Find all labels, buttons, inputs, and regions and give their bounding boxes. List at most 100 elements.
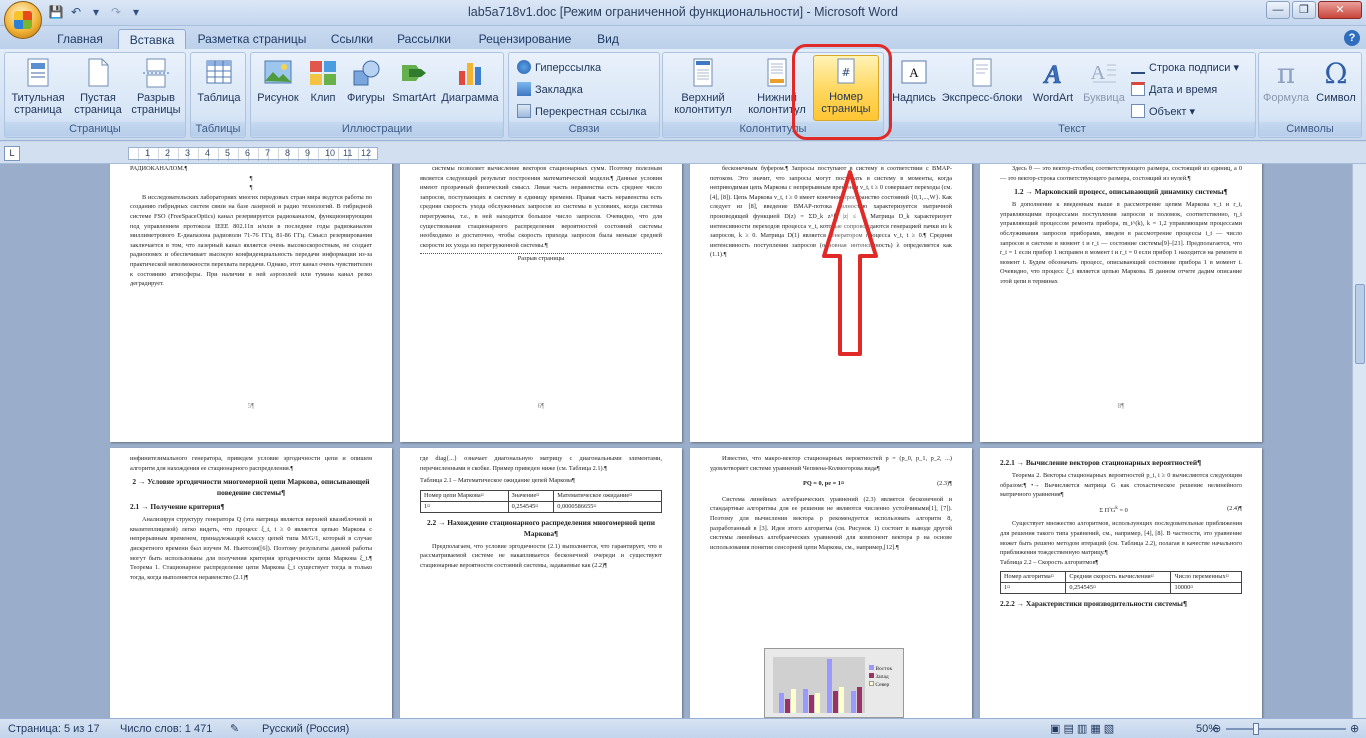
view-buttons[interactable]: ▣ ▤ ▥ ▦ ▧ <box>1050 722 1114 736</box>
section-heading: 2.2.1 → Вычисление векторов стационарных… <box>1000 458 1202 467</box>
page-text: РАДИОКАНАЛОМ.¶ <box>130 165 188 172</box>
horizontal-ruler[interactable]: 1 2 3 4 5 6 7 8 9 10 11 12 <box>128 147 378 161</box>
quick-parts-button[interactable]: Экспресс-блоки <box>939 57 1025 104</box>
page-8[interactable]: Здесь θ — это вектор-столбец соответству… <box>980 164 1262 442</box>
table-cell[interactable]: Значение¤ <box>507 489 555 502</box>
table-row: 1¤ 0,254545¤ 10000¤ <box>999 582 1242 595</box>
table-cell[interactable]: 10000¤ <box>1170 582 1242 595</box>
textbox-button[interactable]: A Надпись <box>891 57 937 104</box>
ruler-number: 12 <box>361 148 372 158</box>
group-illustrations: Рисунок Клип Фигуры SmartArt Диаграмма И… <box>250 52 504 138</box>
group-label-symbols: Символы <box>1259 122 1361 136</box>
svg-text:A: A <box>909 65 919 80</box>
table-2-1[interactable]: Номер цепи Маркова¤ Значение¤ Математиче… <box>420 489 662 513</box>
table-cell[interactable]: Номер цепи Маркова¤ <box>420 489 509 502</box>
tab-selector[interactable]: L <box>4 146 20 161</box>
picture-button[interactable]: Рисунок <box>253 57 303 104</box>
tab-review[interactable]: Рецензирование <box>470 29 580 50</box>
page-5[interactable]: РАДИОКАНАЛОМ.¶ ¶ ¶ В исследовательских л… <box>110 164 392 442</box>
page-text: Предполагаем, что условие эргодичности (… <box>420 542 662 569</box>
shapes-button[interactable]: Фигуры <box>343 57 389 104</box>
group-pages: Титульная страница Пустая страница Разры… <box>4 52 186 138</box>
dropcap-button[interactable]: A Буквица <box>1079 57 1129 104</box>
cover-page-button[interactable]: Титульная страница <box>7 57 69 116</box>
section-heading: 1.2 → Марковский процесс, описывающий ди… <box>1014 187 1228 197</box>
tab-references[interactable]: Ссылки <box>322 29 382 50</box>
smartart-icon <box>402 65 426 81</box>
blank-page-button[interactable]: Пустая страница <box>71 57 125 116</box>
minimize-button[interactable]: — <box>1266 1 1290 19</box>
clip-button[interactable]: Клип <box>305 57 341 104</box>
date-time-button[interactable]: Дата и время <box>1131 81 1217 100</box>
page-break-button[interactable]: Разрыв страницы <box>127 57 185 116</box>
word-count[interactable]: Число слов: 1 471 <box>120 722 212 736</box>
table-cell[interactable]: 1¤ <box>420 500 509 513</box>
object-button[interactable]: Объект ▾ <box>1131 103 1195 122</box>
chart-legend: Восток Запад Север <box>869 665 892 689</box>
page-11[interactable]: Известно, что макро-вектор стационарных … <box>690 448 972 718</box>
embedded-chart[interactable]: Восток Запад Север <box>764 648 904 718</box>
wordart-button[interactable]: A WordArt <box>1027 57 1079 104</box>
tab-view[interactable]: Вид <box>590 29 626 50</box>
bookmark-icon <box>517 82 531 96</box>
subsection-heading: 2.2.2 → Характеристики производительност… <box>1000 599 1187 609</box>
language[interactable]: Русский (Россия) <box>262 722 349 736</box>
zoom-knob[interactable] <box>1253 723 1259 735</box>
table-cell[interactable]: Математическое ожидание¤ <box>553 489 662 502</box>
table-2-2[interactable]: Номер алгоритма¤ Средняя скорость вычисл… <box>999 571 1242 595</box>
tab-insert[interactable]: Вставка <box>118 29 186 50</box>
zoom-slider[interactable] <box>1226 723 1346 735</box>
bookmark-button[interactable]: Закладка <box>517 81 583 100</box>
tab-page-layout[interactable]: Разметка страницы <box>192 29 312 50</box>
ruler-number: 4 <box>205 148 211 158</box>
chart-button[interactable]: Диаграмма <box>439 57 501 104</box>
tab-mailings[interactable]: Рассылки <box>390 29 458 50</box>
equation-number: (2.3)¶ <box>937 480 952 488</box>
page-6[interactable]: системы позволяет вычисление векторов ст… <box>400 164 682 442</box>
restore-button[interactable]: ❐ <box>1292 1 1316 19</box>
table-cell[interactable]: Средняя скорость вычисления¤ <box>1065 571 1172 584</box>
window-title: lab5a718v1.doc [Режим ограниченной функц… <box>468 5 898 19</box>
tab-home[interactable]: Главная <box>48 29 112 50</box>
object-icon <box>1131 104 1145 118</box>
table-button[interactable]: Таблица <box>193 57 245 104</box>
scroll-thumb[interactable] <box>1355 284 1365 364</box>
group-label-tables: Таблицы <box>191 122 245 136</box>
help-icon[interactable]: ? <box>1344 30 1360 46</box>
office-button[interactable] <box>4 1 42 39</box>
group-label-text: Текст <box>889 122 1255 136</box>
chart-icon <box>459 63 481 85</box>
proofing-icon[interactable]: ✎ <box>230 722 239 736</box>
page-12[interactable]: 2.2.1 → Вычисление векторов стационарных… <box>980 448 1262 718</box>
table-cell[interactable]: 0,254545¤ <box>1065 582 1172 595</box>
page-break-marker: Разрыв страницы <box>420 253 662 264</box>
table-cell[interactable]: Номер алгоритма¤ <box>999 571 1067 584</box>
page-9[interactable]: инфинитезимального генератора, приведем … <box>110 448 392 718</box>
header-button[interactable]: Верхний колонтитул <box>667 57 739 116</box>
ruler-number: 7 <box>265 148 271 158</box>
page-number: 6¶ <box>537 402 545 411</box>
close-button[interactable]: ✕ <box>1318 1 1362 19</box>
table-cell[interactable]: 0,254545¤ <box>507 500 555 513</box>
subsection-heading: 2.1 → Получение критерия¶ <box>130 502 225 512</box>
zoom-out-icon[interactable]: ⊖ <box>1212 722 1221 736</box>
smartart-button[interactable]: SmartArt <box>389 57 439 104</box>
textbox-icon: A <box>901 60 927 84</box>
hyperlink-button[interactable]: Гиперссылка <box>517 59 601 78</box>
table-cell[interactable]: 1¤ <box>999 582 1067 595</box>
symbol-button[interactable]: Ω Символ <box>1311 57 1361 104</box>
zoom-in-icon[interactable]: ⊕ <box>1350 722 1359 736</box>
hyperlink-icon <box>517 60 531 74</box>
group-label-pages: Страницы <box>5 122 185 136</box>
signature-line-button[interactable]: Строка подписи ▾ <box>1131 59 1239 78</box>
page-10[interactable]: где diag{...} означает диагональную матр… <box>400 448 682 718</box>
document-area[interactable]: РАДИОКАНАЛОМ.¶ ¶ ¶ В исследовательских л… <box>0 164 1352 718</box>
vertical-scrollbar[interactable] <box>1352 164 1366 718</box>
table-cell[interactable]: Число переменных¤ <box>1170 571 1242 584</box>
page-count[interactable]: Страница: 5 из 17 <box>8 722 100 736</box>
shapes-icon <box>353 60 380 86</box>
table-cell[interactable]: 0,0000586655¤ <box>553 500 662 513</box>
cross-reference-button[interactable]: Перекрестная ссылка <box>517 103 647 122</box>
svg-text:Ω: Ω <box>1324 57 1347 89</box>
formula-button[interactable]: π Формула <box>1261 57 1311 104</box>
